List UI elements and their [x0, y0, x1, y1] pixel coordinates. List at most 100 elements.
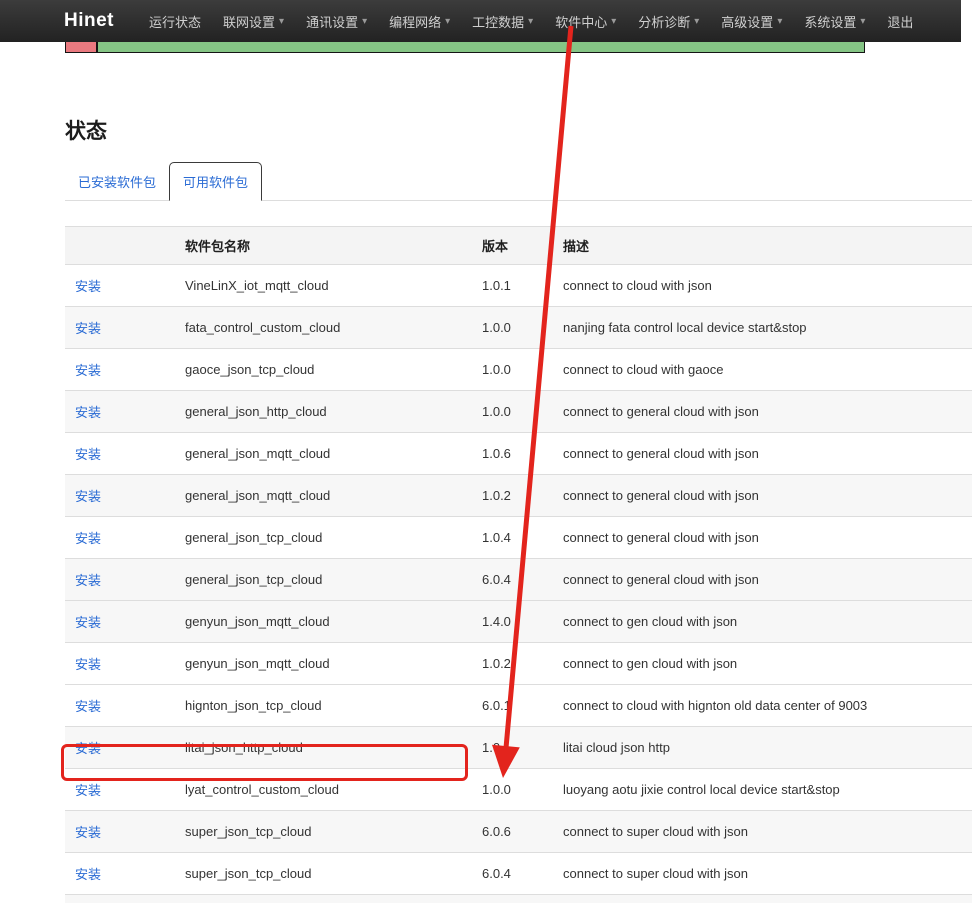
description-cell: connect to gen cloud with json: [553, 643, 972, 685]
description-cell: connect to general cloud with json: [553, 433, 972, 475]
header-description: 描述: [553, 227, 972, 265]
table-row[interactable]: 安装 litai_json_http_cloud 1.0.1 litai clo…: [65, 727, 972, 769]
tab-available-packages[interactable]: 可用软件包: [169, 162, 262, 201]
install-link[interactable]: 安装: [75, 699, 101, 714]
package-name-cell: lyat_control_custom_cloud: [175, 769, 472, 811]
nav-item-运行状态[interactable]: 运行状态: [138, 0, 212, 42]
header-package-name: 软件包名称: [175, 227, 472, 265]
package-name-cell: genyun_json_mqtt_cloud: [175, 601, 472, 643]
description-cell: xian zhitong control local device start&…: [553, 895, 972, 903]
package-name-cell: hignton_json_tcp_cloud: [175, 685, 472, 727]
description-cell: litai cloud json http: [553, 727, 972, 769]
description-cell: connect to super cloud with json: [553, 853, 972, 895]
header-action: [65, 227, 175, 265]
packages-table: 软件包名称 版本 描述 安装 VineLinX_iot_mqtt_cloud 1…: [65, 226, 972, 903]
install-link[interactable]: 安装: [75, 363, 101, 378]
caret-down-icon: ▾: [445, 16, 450, 27]
version-cell: 1.0.0: [472, 391, 553, 433]
caret-down-icon: ▾: [777, 16, 782, 27]
install-link[interactable]: 安装: [75, 531, 101, 546]
description-cell: connect to cloud with hignton old data c…: [553, 685, 972, 727]
install-link[interactable]: 安装: [75, 447, 101, 462]
install-link[interactable]: 安装: [75, 489, 101, 504]
nav-item-退出[interactable]: 退出: [876, 0, 924, 42]
install-link[interactable]: 安装: [75, 783, 101, 798]
caret-down-icon: ▾: [279, 16, 284, 27]
table-header-row: 软件包名称 版本 描述: [65, 227, 972, 265]
table-row-highlighted[interactable]: 安装 super_json_tcp_cloud 6.0.6 connect to…: [65, 811, 972, 853]
version-cell: 1.0.1: [472, 727, 553, 769]
page-title: 状态: [65, 115, 972, 145]
progress-segment-green: [98, 41, 864, 52]
install-link[interactable]: 安装: [75, 741, 101, 756]
description-cell: connect to gen cloud with json: [553, 601, 972, 643]
brand-logo: Hinet: [64, 10, 114, 32]
version-cell: 1.0.0: [472, 349, 553, 391]
description-cell: connect to super cloud with json: [553, 811, 972, 853]
nav-item-高级设置[interactable]: 高级设置 ▾: [710, 0, 793, 42]
table-row[interactable]: 安装 fata_control_custom_cloud 1.0.0 nanji…: [65, 307, 972, 349]
install-link[interactable]: 安装: [75, 867, 101, 882]
install-link[interactable]: 安装: [75, 615, 101, 630]
version-cell: 1.0.4: [472, 517, 553, 559]
header-version: 版本: [472, 227, 553, 265]
table-row[interactable]: 安装 general_json_tcp_cloud 1.0.4 connect …: [65, 517, 972, 559]
version-cell: 1.0.0: [472, 895, 553, 903]
package-name-cell: fata_control_custom_cloud: [175, 307, 472, 349]
package-name-cell: litai_json_http_cloud: [175, 727, 472, 769]
package-name-cell: gaoce_json_tcp_cloud: [175, 349, 472, 391]
table-row[interactable]: 安装 general_json_mqtt_cloud 1.0.2 connect…: [65, 475, 972, 517]
screen: Hinet 运行状态 联网设置 ▾ 通讯设置 ▾ 编程网络 ▾ 工控数据 ▾ 软…: [0, 0, 972, 903]
version-cell: 1.0.0: [472, 307, 553, 349]
version-cell: 1.0.0: [472, 769, 553, 811]
install-link[interactable]: 安装: [75, 825, 101, 840]
install-link[interactable]: 安装: [75, 279, 101, 294]
table-row[interactable]: 安装 VineLinX_iot_mqtt_cloud 1.0.1 connect…: [65, 265, 972, 307]
table-row[interactable]: 安装 gaoce_json_tcp_cloud 1.0.0 connect to…: [65, 349, 972, 391]
nav-item-工控数据[interactable]: 工控数据 ▾: [461, 0, 544, 42]
install-link[interactable]: 安装: [75, 321, 101, 336]
nav-menu: 运行状态 联网设置 ▾ 通讯设置 ▾ 编程网络 ▾ 工控数据 ▾ 软件中心 ▾ …: [138, 0, 924, 42]
package-name-cell: VineLinX_iot_mqtt_cloud: [175, 265, 472, 307]
table-row[interactable]: 安装 general_json_http_cloud 1.0.0 connect…: [65, 391, 972, 433]
table-body: 安装 VineLinX_iot_mqtt_cloud 1.0.1 connect…: [65, 265, 972, 903]
tab-bar: 已安装软件包 可用软件包: [65, 162, 972, 201]
table-row[interactable]: 安装 hignton_json_tcp_cloud 6.0.1 connect …: [65, 685, 972, 727]
nav-item-编程网络[interactable]: 编程网络 ▾: [378, 0, 461, 42]
main-content: 状态 已安装软件包 可用软件包 软件包名称 版本 描述 安装 VineLinX_…: [65, 0, 972, 903]
table-row[interactable]: 安装 general_json_tcp_cloud 6.0.4 connect …: [65, 559, 972, 601]
package-name-cell: general_json_mqtt_cloud: [175, 475, 472, 517]
description-cell: connect to cloud with json: [553, 265, 972, 307]
nav-item-联网设置[interactable]: 联网设置 ▾: [212, 0, 295, 42]
caret-down-icon: ▾: [860, 16, 865, 27]
version-cell: 1.0.2: [472, 475, 553, 517]
install-link[interactable]: 安装: [75, 657, 101, 672]
table-row[interactable]: 安装 genyun_json_mqtt_cloud 1.0.2 connect …: [65, 643, 972, 685]
tab-installed-packages[interactable]: 已安装软件包: [65, 163, 169, 200]
table-row[interactable]: 安装 general_json_mqtt_cloud 1.0.6 connect…: [65, 433, 972, 475]
table-row[interactable]: 安装 xazt_control_custom_cloud 1.0.0 xian …: [65, 895, 972, 903]
version-cell: 1.0.6: [472, 433, 553, 475]
nav-item-系统设置[interactable]: 系统设置 ▾: [793, 0, 876, 42]
install-link[interactable]: 安装: [75, 573, 101, 588]
description-cell: connect to cloud with gaoce: [553, 349, 972, 391]
caret-down-icon: ▾: [362, 16, 367, 27]
table-row[interactable]: 安装 genyun_json_mqtt_cloud 1.4.0 connect …: [65, 601, 972, 643]
install-link[interactable]: 安装: [75, 405, 101, 420]
package-name-cell: general_json_http_cloud: [175, 391, 472, 433]
table-row[interactable]: 安装 super_json_tcp_cloud 6.0.4 connect to…: [65, 853, 972, 895]
version-cell: 1.0.2: [472, 643, 553, 685]
version-cell: 1.4.0: [472, 601, 553, 643]
package-name-cell: xazt_control_custom_cloud: [175, 895, 472, 903]
description-cell: connect to general cloud with json: [553, 517, 972, 559]
package-name-cell: super_json_tcp_cloud: [175, 853, 472, 895]
nav-item-通讯设置[interactable]: 通讯设置 ▾: [295, 0, 378, 42]
description-cell: connect to general cloud with json: [553, 391, 972, 433]
table-row[interactable]: 安装 lyat_control_custom_cloud 1.0.0 luoya…: [65, 769, 972, 811]
nav-item-软件中心[interactable]: 软件中心 ▾: [544, 0, 627, 42]
progress-segment-red: [66, 41, 98, 52]
version-cell: 6.0.6: [472, 811, 553, 853]
package-name-cell: general_json_tcp_cloud: [175, 517, 472, 559]
caret-down-icon: ▾: [694, 16, 699, 27]
nav-item-分析诊断[interactable]: 分析诊断 ▾: [627, 0, 710, 42]
